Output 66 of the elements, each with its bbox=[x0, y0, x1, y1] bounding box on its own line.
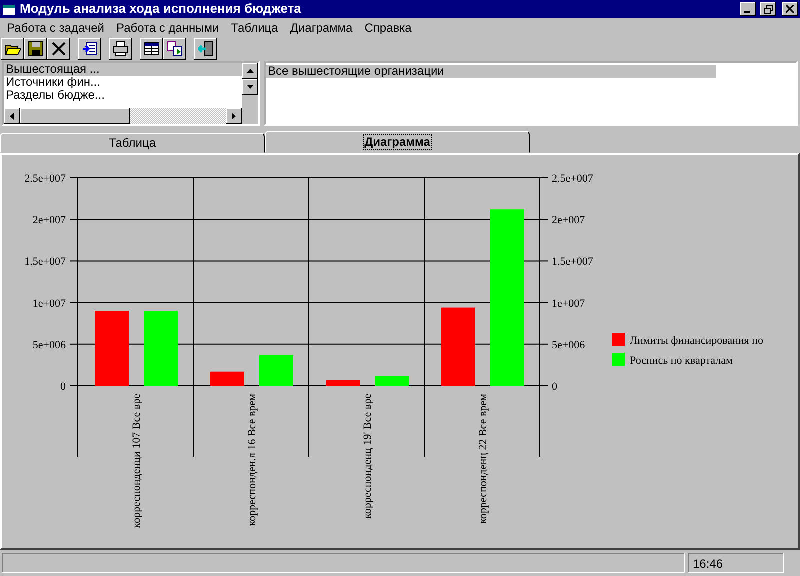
category-label: корреспонденц 19' Все вре bbox=[362, 394, 374, 519]
scroll-up-button[interactable] bbox=[242, 63, 258, 80]
scroll-right-button[interactable] bbox=[226, 108, 242, 124]
y-tick-label: 2e+007 bbox=[32, 214, 66, 227]
legend-label: Лимиты финансирования по bbox=[630, 335, 764, 347]
list-item[interactable]: Разделы бюдже... bbox=[4, 89, 242, 102]
scroll-down-button[interactable] bbox=[242, 79, 258, 96]
category-label: корреспонденц 22 Все врем bbox=[477, 394, 490, 524]
menu-item[interactable]: Работа с данными bbox=[110, 18, 226, 37]
list-item[interactable]: Источники фин... bbox=[4, 76, 242, 90]
menu-item[interactable]: Диаграмма bbox=[284, 18, 359, 37]
app-icon bbox=[2, 2, 16, 16]
close-button[interactable] bbox=[782, 2, 798, 16]
bar bbox=[326, 380, 360, 386]
menu-item[interactable]: Справка bbox=[358, 18, 418, 37]
y-tick-label: 5e+006 bbox=[552, 339, 586, 352]
import-button[interactable] bbox=[78, 38, 101, 60]
door-exit-icon bbox=[198, 41, 214, 58]
open-button[interactable] bbox=[1, 38, 24, 60]
category-label: корреспонденци 107 Все вре bbox=[130, 394, 143, 528]
restore-button[interactable] bbox=[760, 2, 776, 16]
menu-item[interactable]: Работа с задачей bbox=[1, 18, 110, 37]
delete-button[interactable] bbox=[47, 38, 70, 60]
tab[interactable]: Таблица bbox=[0, 133, 265, 153]
y-tick-label: 1.5e+007 bbox=[552, 256, 594, 268]
legend-swatch bbox=[612, 333, 625, 346]
list-item[interactable]: Вышестоящая ... bbox=[4, 63, 242, 76]
y-tick-label: 0 bbox=[552, 381, 558, 393]
window-title: Модуль анализа хода исполнения бюджета bbox=[20, 0, 302, 18]
exit-button[interactable] bbox=[194, 38, 217, 60]
up-arrow-icon bbox=[246, 69, 254, 74]
y-tick-label: 1e+007 bbox=[552, 298, 586, 310]
bar bbox=[210, 372, 244, 386]
legend-swatch bbox=[612, 353, 625, 366]
chart-transfer-icon bbox=[166, 41, 182, 58]
bar bbox=[375, 376, 409, 386]
category-label: корреспонден.л 16 Все врем bbox=[246, 394, 258, 526]
down-arrow-icon bbox=[246, 85, 254, 90]
chart-button[interactable] bbox=[163, 38, 186, 60]
scrollbar-thumb[interactable] bbox=[20, 108, 130, 124]
y-tick-label: 2.5e+007 bbox=[552, 173, 594, 185]
printer-icon bbox=[112, 41, 128, 58]
y-tick-label: 0 bbox=[60, 381, 66, 393]
status-time: 16:46 bbox=[688, 553, 784, 573]
import-arrow-icon bbox=[82, 41, 98, 58]
y-tick-label: 1e+007 bbox=[32, 298, 66, 310]
save-button[interactable] bbox=[24, 38, 47, 60]
restore-icon bbox=[764, 4, 772, 14]
y-tick-label: 1.5e+007 bbox=[24, 256, 66, 268]
table-button[interactable] bbox=[140, 38, 163, 60]
y-tick-label: 2e+007 bbox=[552, 214, 586, 227]
list-item[interactable]: Все вышестоящие организации bbox=[266, 65, 716, 78]
legend-label: Роспись по кварталам bbox=[630, 355, 733, 367]
close-icon bbox=[786, 5, 794, 13]
cross-icon bbox=[50, 41, 66, 58]
minimize-button[interactable] bbox=[740, 2, 756, 16]
tab[interactable]: Диаграмма bbox=[265, 131, 530, 153]
y-tick-label: 5e+006 bbox=[32, 339, 66, 352]
scroll-left-button[interactable] bbox=[4, 108, 20, 124]
table-icon bbox=[144, 41, 160, 58]
menu-item[interactable]: Таблица bbox=[225, 18, 284, 37]
print-button[interactable] bbox=[109, 38, 132, 60]
y-tick-label: 2.5e+007 bbox=[24, 173, 66, 185]
bar bbox=[260, 355, 294, 386]
left-arrow-icon bbox=[10, 112, 14, 120]
right-arrow-icon bbox=[232, 112, 236, 120]
